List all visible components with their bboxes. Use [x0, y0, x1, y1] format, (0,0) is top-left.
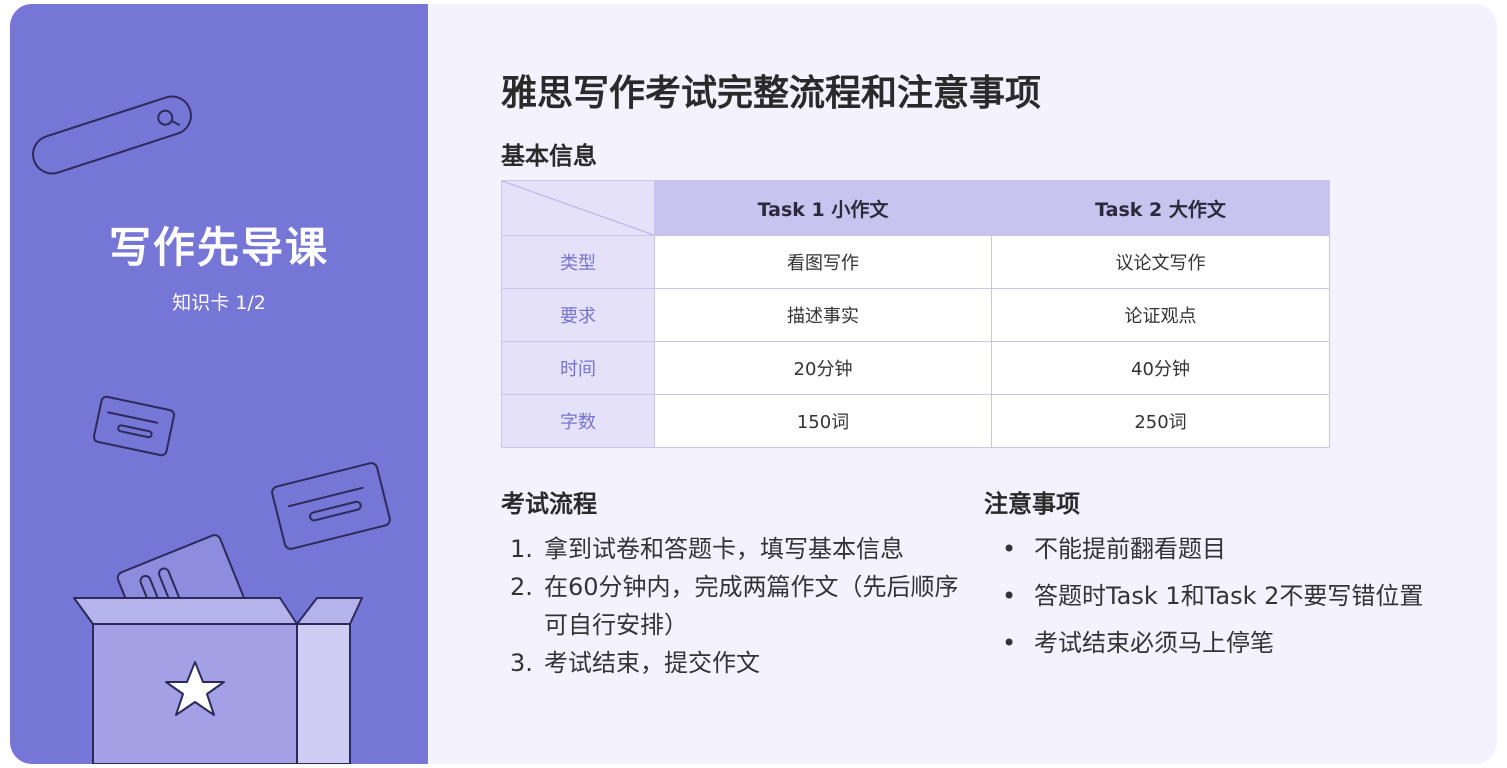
row-label: 时间 — [501, 341, 655, 395]
notes-list: • 不能提前翻看题目 • 答题时Task 1和Task 2不要写错位置 • 考试… — [994, 530, 1464, 671]
sidebar-subtitle: 知识卡 1/2 — [172, 292, 266, 314]
list-item: • 考试结束必须马上停笔 — [994, 624, 1464, 662]
row-label: 字数 — [501, 394, 655, 448]
list-item: • 不能提前翻看题目 — [994, 530, 1464, 568]
card-icon — [92, 395, 176, 457]
table-row: 类型 看图写作 议论文写作 — [501, 235, 1330, 289]
knowledge-card: 写作先导课 知识卡 1/2 雅思写作考试完整流程和注意事项 基本信息 Task … — [10, 4, 1497, 764]
basic-info-table: Task 1 小作文 Task 2 大作文 类型 看图写作 议论文写作 要求 描… — [501, 180, 1330, 448]
list-text: 考试结束，提交作文 — [544, 649, 760, 677]
table-corner-cell — [501, 180, 655, 236]
list-item: • 答题时Task 1和Task 2不要写错位置 — [994, 577, 1464, 615]
column-header-task1: Task 1 小作文 — [654, 180, 992, 236]
column-header-task2: Task 2 大作文 — [991, 180, 1330, 236]
list-text: 答题时Task 1和Task 2不要写错位置 — [1034, 582, 1424, 610]
basic-info-heading: 基本信息 — [501, 142, 597, 170]
list-number: 2. — [510, 573, 533, 601]
table-cell: 看图写作 — [654, 235, 992, 289]
content-panel: 雅思写作考试完整流程和注意事项 基本信息 Task 1 小作文 Task 2 大… — [428, 4, 1497, 764]
list-item: 2. 在60分钟内，完成两篇作文（先后顺序可自行安排） — [510, 568, 970, 644]
list-item: 3. 考试结束，提交作文 — [510, 644, 970, 682]
notes-heading: 注意事项 — [984, 490, 1080, 518]
search-bar-icon — [32, 95, 192, 175]
list-text: 考试结束必须马上停笔 — [1034, 629, 1274, 657]
sidebar-title: 写作先导课 — [108, 223, 329, 272]
table-row: 时间 20分钟 40分钟 — [501, 341, 1330, 395]
row-label: 类型 — [501, 235, 655, 289]
table-cell: 议论文写作 — [991, 235, 1330, 289]
diagonal-line — [502, 181, 654, 235]
card-icon — [271, 462, 391, 550]
process-heading: 考试流程 — [501, 490, 597, 518]
sidebar-decorations — [32, 95, 391, 764]
list-text: 不能提前翻看题目 — [1034, 535, 1226, 563]
bullet: • — [1002, 629, 1017, 657]
list-text: 拿到试卷和答题卡，填写基本信息 — [544, 535, 904, 563]
list-number: 3. — [510, 649, 533, 677]
table-cell: 150词 — [654, 394, 992, 448]
bullet: • — [1002, 582, 1017, 610]
table-row: 字数 150词 250词 — [501, 394, 1330, 448]
table-cell: 250词 — [991, 394, 1330, 448]
table-cell: 20分钟 — [654, 341, 992, 395]
table-cell: 40分钟 — [991, 341, 1330, 395]
list-text: 在60分钟内，完成两篇作文（先后顺序可自行安排） — [544, 573, 959, 639]
table-header-row: Task 1 小作文 Task 2 大作文 — [501, 180, 1330, 236]
list-item: 1. 拿到试卷和答题卡，填写基本信息 — [510, 530, 970, 568]
process-list: 1. 拿到试卷和答题卡，填写基本信息 2. 在60分钟内，完成两篇作文（先后顺序… — [510, 530, 970, 682]
open-box-icon — [73, 597, 363, 764]
page-title: 雅思写作考试完整流程和注意事项 — [501, 73, 1042, 114]
table-row: 要求 描述事实 论证观点 — [501, 288, 1330, 342]
table-cell: 论证观点 — [991, 288, 1330, 342]
sidebar-panel: 写作先导课 知识卡 1/2 — [10, 4, 428, 764]
bullet: • — [1002, 535, 1017, 563]
list-number: 1. — [510, 535, 533, 563]
row-label: 要求 — [501, 288, 655, 342]
table-cell: 描述事实 — [654, 288, 992, 342]
